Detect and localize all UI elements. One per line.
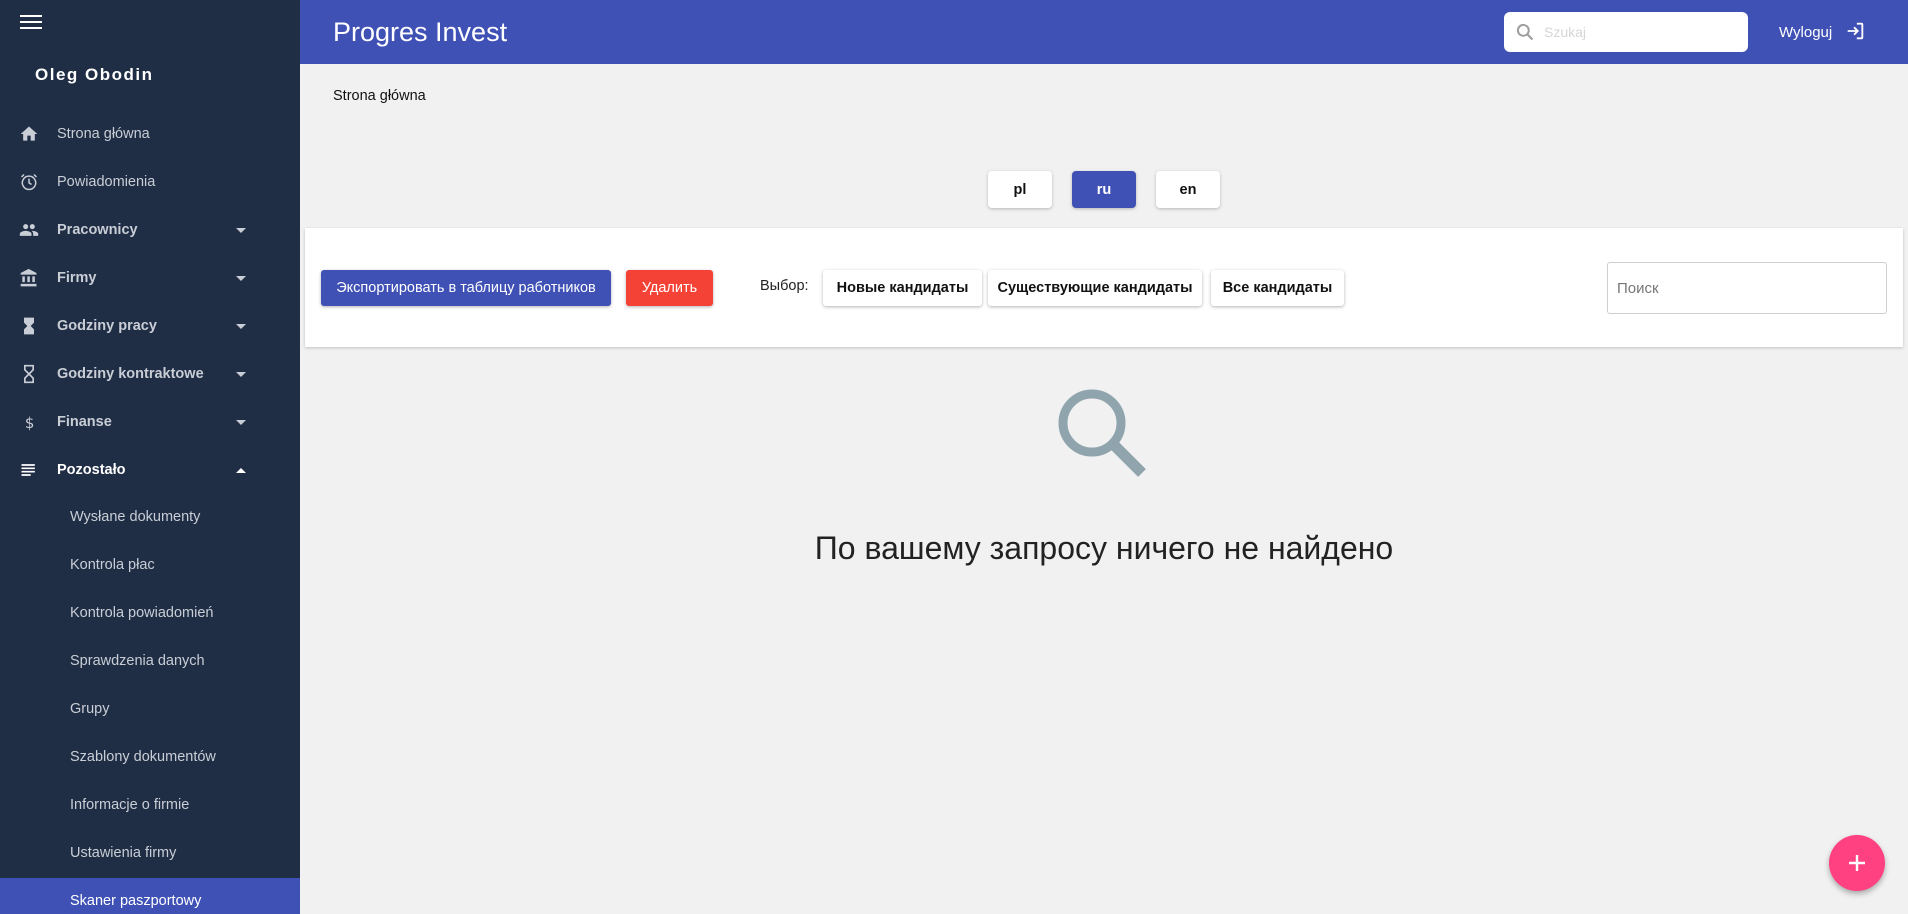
sidebar-subitem-label: Sprawdzenia danych	[70, 653, 205, 669]
chevron-up-icon	[236, 468, 246, 473]
sidebar-item-companies[interactable]: Firmy	[0, 254, 300, 302]
sidebar-item-label: Firmy	[57, 270, 97, 286]
filter-label: Выбор:	[760, 278, 809, 294]
filter-all-candidates-button[interactable]: Все кандидаты	[1211, 270, 1344, 306]
sidebar-item-employees[interactable]: Pracownicy	[0, 206, 300, 254]
sidebar-subitem-payroll-control[interactable]: Kontrola płac	[0, 542, 300, 590]
people-icon	[19, 224, 39, 236]
filter-existing-candidates-button[interactable]: Существующие кандидаты	[988, 270, 1202, 306]
magnifier-icon	[1058, 389, 1146, 477]
add-fab-button[interactable]	[1829, 835, 1885, 891]
lang-button-ru[interactable]: ru	[1072, 171, 1136, 208]
candidate-search-field[interactable]	[1607, 262, 1887, 314]
chevron-down-icon	[236, 420, 246, 425]
plus-icon	[1849, 855, 1865, 871]
user-name: Oleg Obodin	[35, 65, 154, 84]
header-search[interactable]	[1504, 12, 1748, 52]
sidebar-item-other[interactable]: Pozostało	[0, 446, 300, 494]
sidebar-subitem-company-settings[interactable]: Ustawienia firmy	[0, 830, 300, 878]
sidebar-item-label: Finanse	[57, 414, 112, 430]
sidebar-subitem-label: Ustawienia firmy	[70, 845, 177, 861]
chevron-down-icon	[236, 372, 246, 377]
bank-icon	[20, 268, 37, 287]
sidebar-item-label: Powiadomienia	[57, 174, 156, 190]
sidebar-subitem-label: Informacje o firmie	[70, 797, 190, 813]
home-icon	[20, 126, 38, 141]
sidebar-subitem-label: Szablony dokumentów	[70, 749, 216, 765]
header-search-input[interactable]	[1544, 20, 1740, 44]
hourglass-filled-icon	[24, 317, 34, 335]
sidebar: Oleg Obodin Strona główna Powiadomienia …	[0, 0, 300, 914]
candidate-search-input[interactable]	[1617, 277, 1877, 299]
sidebar-subitem-document-templates[interactable]: Szablony dokumentów	[0, 734, 300, 782]
sidebar-subitem-label: Wysłane dokumenty	[70, 509, 201, 525]
sidebar-item-label: Godziny kontraktowe	[57, 366, 204, 382]
logout-button[interactable]: Wyloguj	[1779, 22, 1866, 42]
sidebar-subitem-label: Kontrola płac	[70, 557, 155, 573]
chevron-down-icon	[236, 324, 246, 329]
chevron-down-icon	[236, 276, 246, 281]
sidebar-nav: Strona główna Powiadomienia Pracownicy F…	[0, 110, 300, 914]
sidebar-subitem-company-info[interactable]: Informacje o firmie	[0, 782, 300, 830]
search-icon	[1516, 23, 1534, 41]
sidebar-item-work-hours[interactable]: Godziny pracy	[0, 302, 300, 350]
empty-state-message: По вашему запросу ничего не найдено	[814, 530, 1394, 566]
sidebar-subitem-notification-control[interactable]: Kontrola powiadomień	[0, 590, 300, 638]
sidebar-item-label: Godziny pracy	[57, 318, 157, 334]
dollar-icon: $	[25, 414, 35, 432]
list-icon	[21, 464, 35, 476]
breadcrumb[interactable]: Strona główna	[333, 88, 426, 104]
delete-button[interactable]: Удалить	[626, 270, 713, 306]
sidebar-subitem-sent-documents[interactable]: Wysłane dokumenty	[0, 494, 300, 542]
menu-icon[interactable]	[20, 11, 42, 33]
sidebar-subitem-label: Skaner paszportowy	[70, 893, 202, 909]
sidebar-item-label: Strona główna	[57, 126, 150, 142]
sidebar-subitem-passport-scanner[interactable]: Skaner paszportowy	[0, 878, 300, 914]
lang-button-en[interactable]: en	[1156, 171, 1220, 208]
sidebar-subitem-label: Grupy	[70, 701, 110, 717]
hourglass-icon	[24, 364, 34, 384]
sidebar-item-notifications[interactable]: Powiadomienia	[0, 158, 300, 206]
sidebar-subitem-groups[interactable]: Grupy	[0, 686, 300, 734]
actions-toolbar: Экспортировать в таблицу работников Удал…	[305, 228, 1903, 347]
top-app-bar: Progres Invest Wyloguj	[300, 0, 1908, 64]
alarm-icon	[20, 173, 38, 191]
svg-text:$: $	[25, 414, 35, 432]
sidebar-subitem-label: Kontrola powiadomień	[70, 605, 214, 621]
logout-icon	[1847, 22, 1864, 40]
sidebar-item-finance[interactable]: $ Finanse	[0, 398, 300, 446]
export-button[interactable]: Экспортировать в таблицу работников	[321, 270, 611, 306]
app-title: Progres Invest	[333, 17, 508, 47]
lang-button-pl[interactable]: pl	[988, 171, 1052, 208]
sidebar-item-contract-hours[interactable]: Godziny kontraktowe	[0, 350, 300, 398]
filter-new-candidates-button[interactable]: Новые кандидаты	[823, 270, 982, 306]
sidebar-subitem-data-checks[interactable]: Sprawdzenia danych	[0, 638, 300, 686]
sidebar-item-home[interactable]: Strona główna	[0, 110, 300, 158]
logout-label: Wyloguj	[1779, 23, 1833, 41]
sidebar-item-label: Pracownicy	[57, 222, 138, 238]
sidebar-item-label: Pozostało	[57, 462, 126, 478]
chevron-down-icon	[236, 228, 246, 233]
